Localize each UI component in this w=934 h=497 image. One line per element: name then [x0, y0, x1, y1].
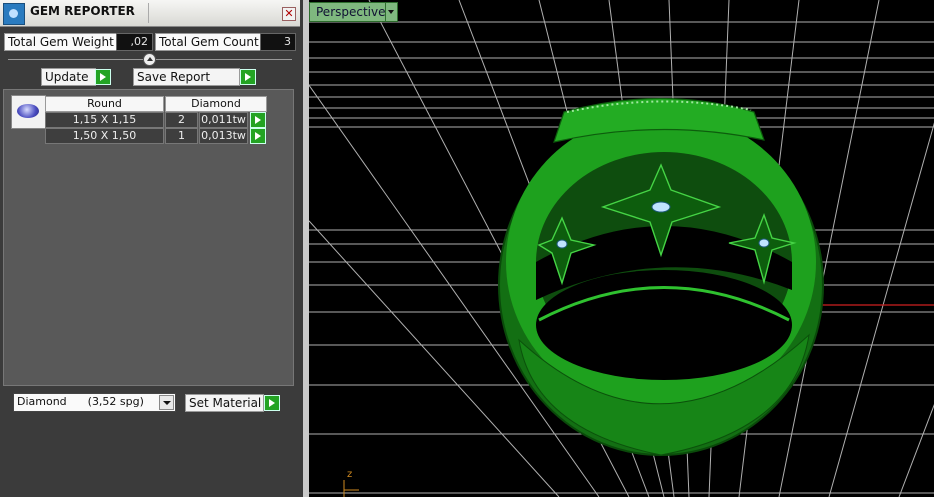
material-select-value: Diamond (3,52 spg): [17, 395, 144, 408]
header-shape: Round: [45, 96, 164, 112]
gem-reporter-app-icon: [3, 3, 25, 25]
view-dropdown-chevron-icon[interactable]: [385, 2, 398, 22]
save-report-button[interactable]: Save Report: [133, 68, 240, 86]
chevron-down-icon[interactable]: [159, 395, 174, 410]
set-material-arrow-icon[interactable]: [264, 395, 280, 411]
material-select[interactable]: Diamond (3,52 spg): [13, 393, 176, 412]
close-button[interactable]: ✕: [282, 7, 296, 21]
row-weight: 0,013tw: [199, 128, 248, 144]
row-weight: 0,011tw: [199, 112, 248, 128]
perspective-view-tab[interactable]: Perspective: [309, 2, 393, 22]
viewport-canvas: z: [309, 0, 934, 497]
panel-collapse-knob[interactable]: [143, 53, 156, 66]
save-report-arrow-icon[interactable]: [240, 69, 256, 85]
perspective-viewport[interactable]: z: [309, 0, 934, 497]
axis-gizmo-icon: [343, 480, 359, 497]
ring-model: [498, 97, 824, 456]
row-count: 1: [165, 128, 198, 144]
gem-reporter-panel: GEM REPORTER ✕ Total Gem Weight ,02 Tota…: [0, 0, 303, 497]
total-gem-count-label: Total Gem Count: [155, 33, 263, 51]
z-axis-label: z: [347, 469, 352, 480]
total-gem-weight-value: ,02: [116, 33, 153, 51]
gem-list: Round Diamond 1,15 X 1,15 2 0,011tw 1,50…: [3, 89, 294, 386]
update-button[interactable]: Update: [41, 68, 96, 86]
header-material: Diamond: [165, 96, 267, 112]
round-diamond-icon: [11, 95, 46, 129]
set-material-button[interactable]: Set Material: [185, 394, 264, 412]
row-size: 1,50 X 1,50: [45, 128, 164, 144]
title-divider: [148, 3, 149, 23]
panel-title: GEM REPORTER: [30, 4, 135, 18]
total-gem-weight-label: Total Gem Weight: [4, 33, 118, 51]
title-bar[interactable]: GEM REPORTER ✕: [0, 0, 300, 27]
row-size: 1,15 X 1,15: [45, 112, 164, 128]
row-count: 2: [165, 112, 198, 128]
total-gem-count-value: 3: [260, 33, 296, 51]
row-arrow-icon[interactable]: [250, 112, 266, 128]
row-arrow-icon[interactable]: [250, 128, 266, 144]
update-arrow-icon[interactable]: [95, 69, 111, 85]
